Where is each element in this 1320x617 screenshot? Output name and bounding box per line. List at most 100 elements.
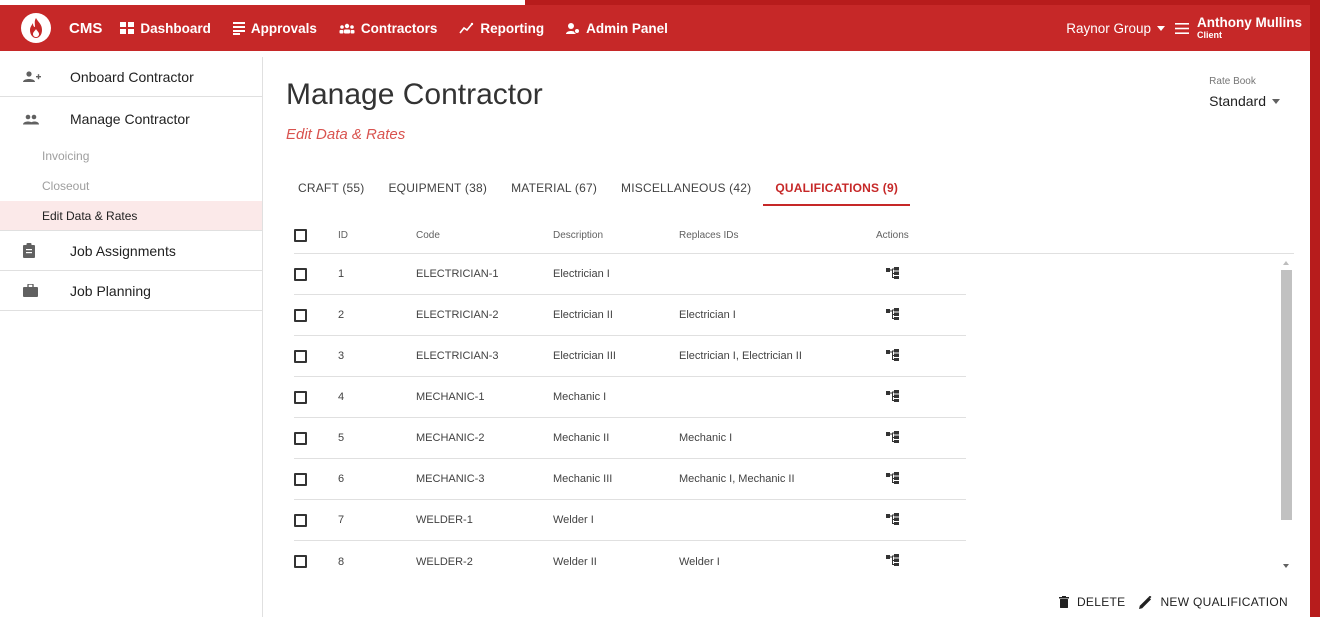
hierarchy-icon[interactable] [886, 389, 899, 402]
admin-panel-icon [566, 22, 581, 35]
cell-id: 6 [338, 473, 345, 485]
hierarchy-icon[interactable] [886, 512, 899, 525]
row-checkbox[interactable] [294, 431, 307, 445]
nav-admin-panel[interactable]: Admin Panel [566, 21, 668, 36]
briefcase-icon [0, 284, 70, 297]
user-role: Client [1197, 30, 1223, 40]
sidebar-item-job-assignments[interactable]: Job Assignments [0, 231, 262, 271]
select-all-checkbox[interactable] [294, 228, 307, 242]
chevron-down-icon [1272, 98, 1280, 104]
window-edge [1310, 5, 1320, 617]
main-content: Manage Contractor Edit Data & Rates Rate… [264, 57, 1310, 617]
ratebook-value[interactable]: Standard [1209, 93, 1280, 109]
sidebar-item-label: Job Planning [70, 282, 151, 299]
nav-label: Reporting [480, 20, 545, 36]
row-checkbox[interactable] [294, 513, 307, 527]
hierarchy-icon[interactable] [886, 554, 899, 566]
menu-icon[interactable] [1175, 22, 1189, 34]
sidebar-subitem-closeout[interactable]: Closeout [0, 171, 262, 201]
tab-miscellaneous[interactable]: MISCELLANEOUS (42) [609, 170, 763, 206]
row-checkbox[interactable] [294, 349, 307, 363]
cell-replaces-ids: Mechanic I, Mechanic II [679, 473, 795, 485]
table-row: 4 MECHANIC-1 Mechanic I [294, 377, 966, 418]
table-row: 2 ELECTRICIAN-2 Electrician II Electrici… [294, 295, 966, 336]
ratebook-value-text: Standard [1209, 93, 1266, 109]
scroll-up-icon[interactable] [1283, 261, 1289, 265]
row-checkbox[interactable] [294, 555, 307, 568]
table-scrollbar[interactable] [1278, 254, 1294, 574]
cell-replaces-ids: Electrician I [679, 309, 736, 321]
cell-code: MECHANIC-1 [416, 391, 485, 403]
company-name: Raynor Group [1066, 20, 1151, 36]
table-row: 6 MECHANIC-3 Mechanic III Mechanic I, Me… [294, 459, 966, 500]
sidebar-item-label: Onboard Contractor [70, 68, 194, 85]
table-row: 7 WELDER-1 Welder I [294, 500, 966, 541]
sidebar: Onboard Contractor Manage Contractor Inv… [0, 57, 263, 617]
cell-code: ELECTRICIAN-2 [416, 309, 499, 321]
ratebook-label: Rate Book [1209, 76, 1256, 87]
tab-equipment[interactable]: EQUIPMENT (38) [376, 170, 499, 206]
tab-material[interactable]: MATERIAL (67) [499, 170, 609, 206]
delete-button[interactable]: DELETE [1058, 595, 1125, 609]
table-row: 1 ELECTRICIAN-1 Electrician I [294, 254, 966, 295]
nav-label: Approvals [250, 20, 317, 36]
chevron-down-icon [1157, 25, 1165, 31]
sidebar-item-label: Job Assignments [70, 242, 176, 259]
column-header-replaces-ids[interactable]: Replaces IDs [679, 230, 876, 241]
cell-id: 5 [338, 432, 345, 444]
company-select[interactable]: Raynor Group [1066, 21, 1165, 36]
nav-reporting[interactable]: Reporting [459, 21, 544, 36]
sidebar-item-job-planning[interactable]: Job Planning [0, 271, 262, 311]
brand-name[interactable]: CMS [69, 20, 102, 37]
sidebar-item-onboard-contractor[interactable]: Onboard Contractor [0, 57, 262, 97]
cell-code: ELECTRICIAN-1 [416, 268, 499, 280]
tab-craft[interactable]: CRAFT (55) [286, 170, 376, 206]
cell-id: 1 [338, 268, 345, 280]
ratebook-select[interactable]: Rate Book Standard [1209, 76, 1280, 109]
row-checkbox[interactable] [294, 267, 307, 281]
cell-replaces-ids: Electrician I, Electrician II [679, 350, 802, 362]
hierarchy-icon[interactable] [886, 348, 899, 361]
tab-qualifications[interactable]: QUALIFICATIONS (9) [763, 170, 910, 206]
qualifications-table: 1 ELECTRICIAN-1 Electrician I 2 ELECTRIC… [294, 254, 966, 574]
app-header: CMS Dashboard Approvals Contractors Repo… [0, 5, 1310, 51]
hierarchy-icon[interactable] [886, 471, 899, 484]
people-icon [0, 114, 70, 125]
scrollbar-thumb[interactable] [1281, 270, 1292, 520]
sidebar-subitem-edit-data-rates[interactable]: Edit Data & Rates [0, 201, 262, 231]
column-header-actions: Actions [876, 229, 909, 241]
nav-label: Admin Panel [586, 20, 668, 36]
cell-id: 3 [338, 350, 345, 362]
row-checkbox[interactable] [294, 472, 307, 486]
cell-description: Mechanic II [553, 432, 610, 444]
nav-contractors[interactable]: Contractors [339, 21, 437, 36]
cell-description: Mechanic I [553, 391, 607, 403]
cell-code: MECHANIC-3 [416, 473, 485, 485]
hierarchy-icon[interactable] [886, 266, 899, 279]
approvals-icon [232, 21, 245, 35]
column-header-id[interactable]: ID [338, 230, 416, 241]
row-checkbox[interactable] [294, 308, 307, 322]
table-header: ID Code Description Replaces IDs Actions [294, 217, 966, 253]
row-checkbox[interactable] [294, 390, 307, 404]
sidebar-subitem-invoicing[interactable]: Invoicing [0, 141, 262, 171]
cell-id: 4 [338, 391, 345, 403]
column-header-code[interactable]: Code [416, 230, 553, 241]
user-profile[interactable]: Anthony Mullins Client [1197, 15, 1302, 41]
table-row: 8 WELDER-2 Welder II Welder I [294, 541, 966, 574]
table-actions: DELETE NEW QUALIFICATION [1045, 595, 1288, 609]
flame-logo-icon[interactable] [21, 13, 51, 43]
hierarchy-icon[interactable] [886, 307, 899, 320]
sidebar-item-manage-contractor[interactable]: Manage Contractor [0, 97, 262, 141]
tab-bar: CRAFT (55) EQUIPMENT (38) MATERIAL (67) … [286, 170, 910, 206]
table-row: 3 ELECTRICIAN-3 Electrician III Electric… [294, 336, 966, 377]
nav-dashboard[interactable]: Dashboard [120, 21, 211, 36]
nav-approvals[interactable]: Approvals [232, 20, 317, 36]
page-title: Manage Contractor [286, 78, 543, 111]
hierarchy-icon[interactable] [886, 430, 899, 443]
new-qualification-button[interactable]: NEW QUALIFICATION [1139, 595, 1288, 609]
scroll-down-icon[interactable] [1283, 564, 1289, 568]
cell-description: Electrician III [553, 350, 616, 362]
column-header-description[interactable]: Description [553, 230, 679, 241]
page-subtitle: Edit Data & Rates [286, 126, 406, 143]
